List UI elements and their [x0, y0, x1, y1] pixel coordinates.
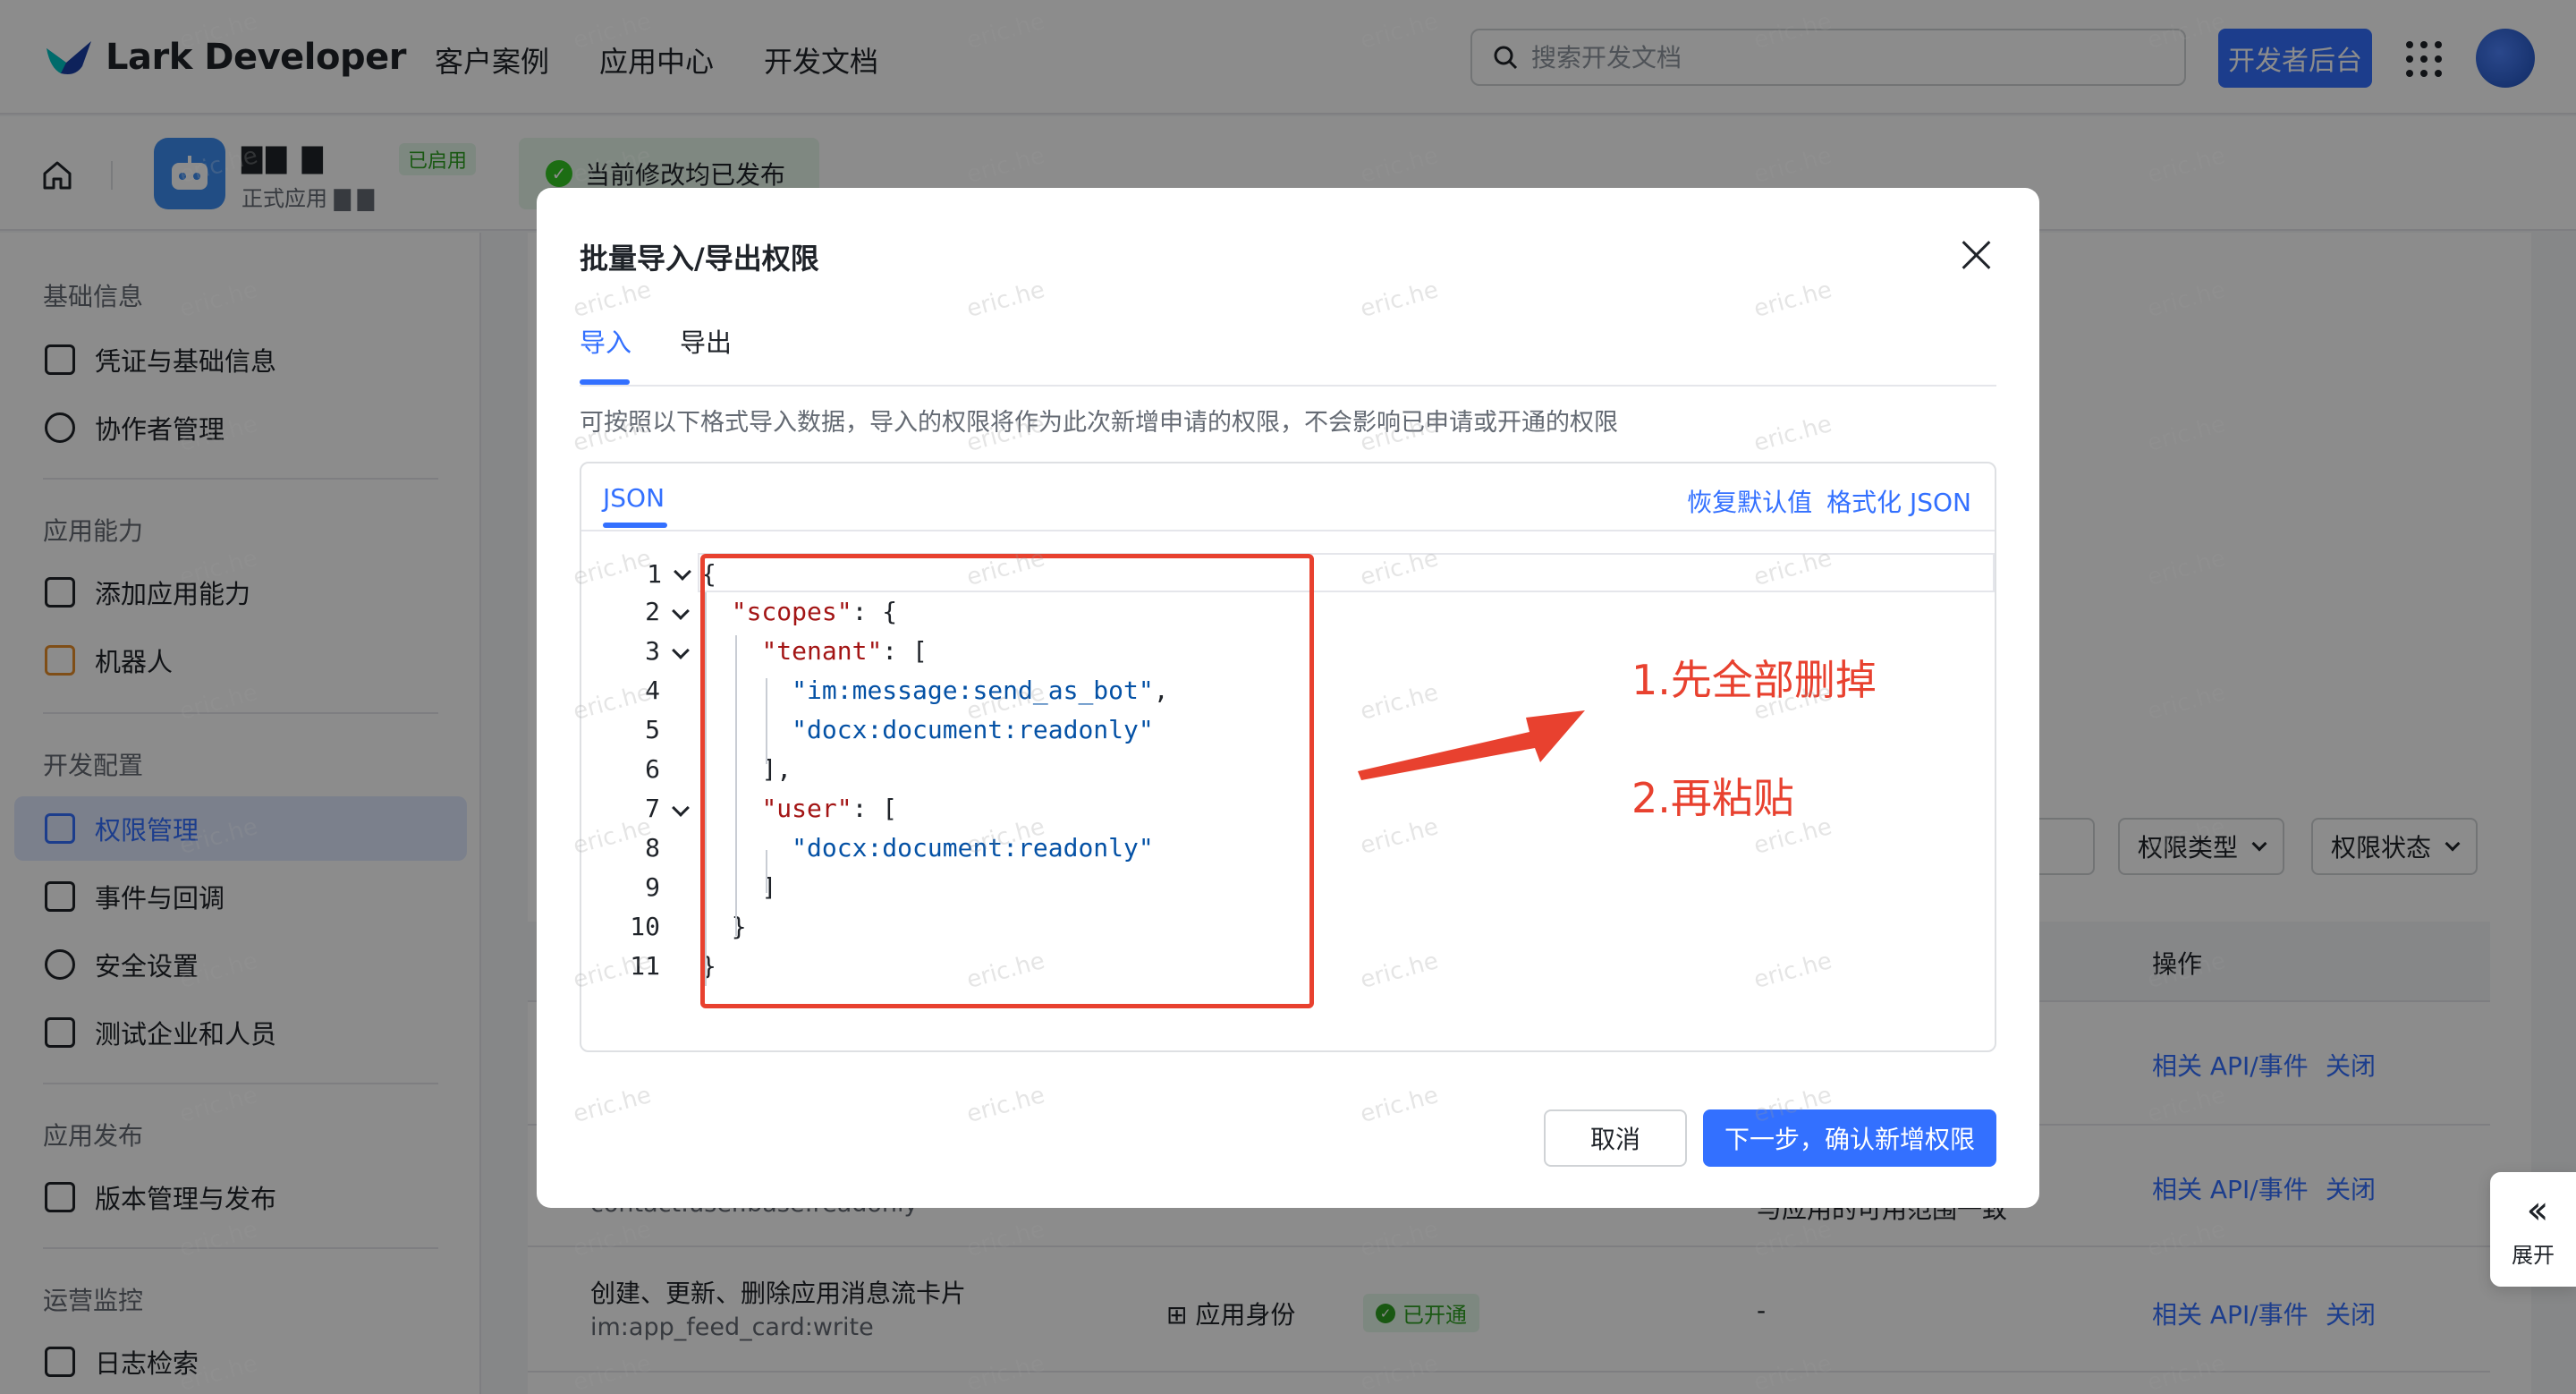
dialog-tabs: 导入 导出	[580, 322, 1996, 387]
close-icon[interactable]	[1961, 238, 1993, 270]
editor-tab-json[interactable]: JSON	[603, 483, 665, 513]
fold-chevron-icon[interactable]	[674, 563, 691, 581]
double-chevron-left-icon: ‹‹	[2526, 1186, 2548, 1233]
line-number: 3	[645, 636, 660, 666]
expand-panel-button[interactable]: ‹‹ 展开	[2490, 1172, 2576, 1287]
dialog-title: 批量导入/导出权限	[580, 242, 819, 276]
fold-chevron-icon[interactable]	[672, 602, 690, 620]
line-number: 5	[645, 715, 660, 744]
editor-tab-indicator	[603, 523, 667, 528]
cancel-button[interactable]: 取消	[1544, 1109, 1687, 1167]
tab-import[interactable]: 导入	[580, 322, 631, 360]
editor-tabbar: JSON 恢复默认值 格式化 JSON	[581, 463, 1995, 531]
fold-chevron-icon[interactable]	[672, 799, 690, 817]
fold-chevron-icon[interactable]	[672, 642, 690, 659]
next-confirm-button[interactable]: 下一步，确认新增权限	[1703, 1109, 1996, 1167]
annotation-step2: 2.再粘贴	[1631, 774, 1794, 822]
restore-default-link[interactable]: 恢复默认值	[1687, 483, 1812, 519]
line-number: 9	[645, 872, 660, 902]
dialog-description: 可按照以下格式导入数据，导入的权限将作为此次新增申请的权限，不会影响已申请或开通…	[580, 409, 1618, 437]
line-number: 10	[630, 912, 660, 941]
tab-export[interactable]: 导出	[680, 322, 732, 360]
highlight-box	[700, 554, 1314, 1008]
format-json-link[interactable]: 格式化 JSON	[1826, 483, 1971, 519]
line-number: 2	[645, 597, 660, 626]
tab-indicator	[580, 379, 630, 385]
line-number: 6	[645, 754, 660, 784]
